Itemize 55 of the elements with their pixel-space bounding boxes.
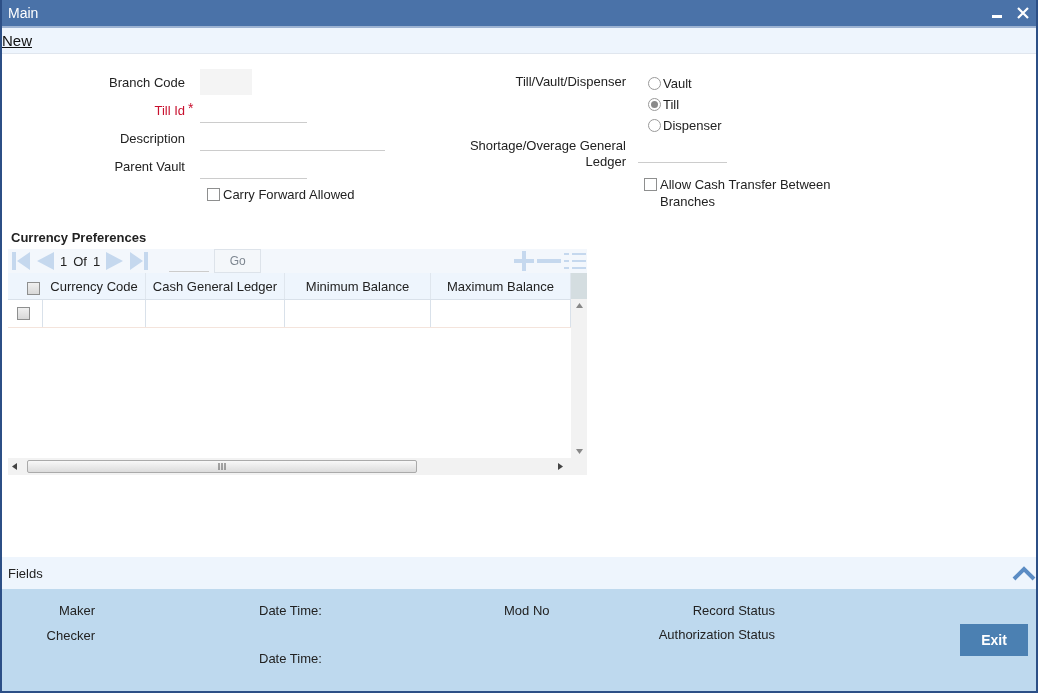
field-label: Branch Code bbox=[108, 74, 185, 90]
last-page-icon[interactable] bbox=[128, 250, 151, 272]
checkbox[interactable] bbox=[207, 187, 220, 201]
field-label: Till Id bbox=[153, 102, 185, 118]
column-header[interactable]: Currency Code bbox=[43, 273, 146, 299]
field-label: Maker bbox=[57, 602, 95, 618]
page-number: 1 bbox=[60, 253, 68, 269]
page-of-text: Of bbox=[73, 253, 87, 269]
window-title: Main bbox=[8, 5, 40, 21]
checkbox-label: Allow Cash Transfer Between Branches bbox=[660, 176, 832, 210]
checkbox-label: Carry Forward Allowed bbox=[223, 186, 355, 202]
scroll-right-icon[interactable] bbox=[558, 463, 563, 470]
new-link[interactable]: New bbox=[2, 32, 32, 49]
radio-button[interactable] bbox=[648, 119, 661, 132]
field-label: Parent Vault bbox=[113, 158, 185, 174]
horizontal-scrollbar[interactable] bbox=[8, 458, 587, 475]
close-icon bbox=[1016, 6, 1030, 20]
minimize-icon bbox=[992, 14, 1002, 18]
required-mark: * bbox=[188, 100, 195, 116]
checkbox[interactable] bbox=[17, 307, 30, 320]
scrollbar-thumb[interactable] bbox=[27, 460, 417, 473]
section-title: Currency Preferences bbox=[11, 230, 148, 245]
radio-button[interactable] bbox=[648, 98, 661, 111]
radio-button[interactable] bbox=[648, 77, 661, 90]
radio-label: Vault bbox=[663, 76, 692, 91]
chevron-up-icon[interactable] bbox=[1012, 565, 1036, 581]
scroll-left-icon[interactable] bbox=[12, 463, 17, 470]
scroll-up-icon[interactable] bbox=[575, 303, 583, 308]
add-icon[interactable] bbox=[513, 250, 535, 272]
page-total: 1 bbox=[92, 253, 101, 269]
checkbox[interactable] bbox=[27, 282, 40, 295]
field-label: Checker bbox=[45, 627, 95, 643]
column-header[interactable]: Minimum Balance bbox=[285, 273, 431, 299]
field-label: Authorization Status bbox=[657, 627, 775, 643]
table-row[interactable] bbox=[8, 299, 571, 328]
field-label: Mod No bbox=[504, 602, 551, 618]
scroll-down-icon[interactable] bbox=[575, 449, 583, 454]
field-label: Description bbox=[118, 130, 185, 146]
field-label: Shortage/Overage General Ledger bbox=[468, 138, 626, 170]
list-icon[interactable] bbox=[563, 250, 587, 272]
vertical-scrollbar[interactable] bbox=[571, 299, 587, 458]
first-page-icon[interactable] bbox=[10, 250, 32, 272]
radio-label: Dispenser bbox=[663, 118, 722, 133]
field-label: Date Time: bbox=[259, 650, 323, 666]
close-button[interactable] bbox=[1016, 6, 1030, 20]
field-label: Till/Vault/Dispenser bbox=[514, 74, 626, 91]
fields-title: Fields bbox=[8, 565, 43, 581]
field-label: Record Status bbox=[691, 602, 775, 618]
checkbox[interactable] bbox=[644, 178, 657, 191]
column-header[interactable]: Cash General Ledger bbox=[146, 273, 285, 299]
field-label: Date Time: bbox=[259, 602, 323, 618]
radio-label: Till bbox=[663, 97, 680, 112]
header-corner bbox=[571, 273, 587, 299]
exit-button[interactable]: Exit bbox=[960, 624, 1028, 656]
grip-icon bbox=[217, 463, 227, 470]
